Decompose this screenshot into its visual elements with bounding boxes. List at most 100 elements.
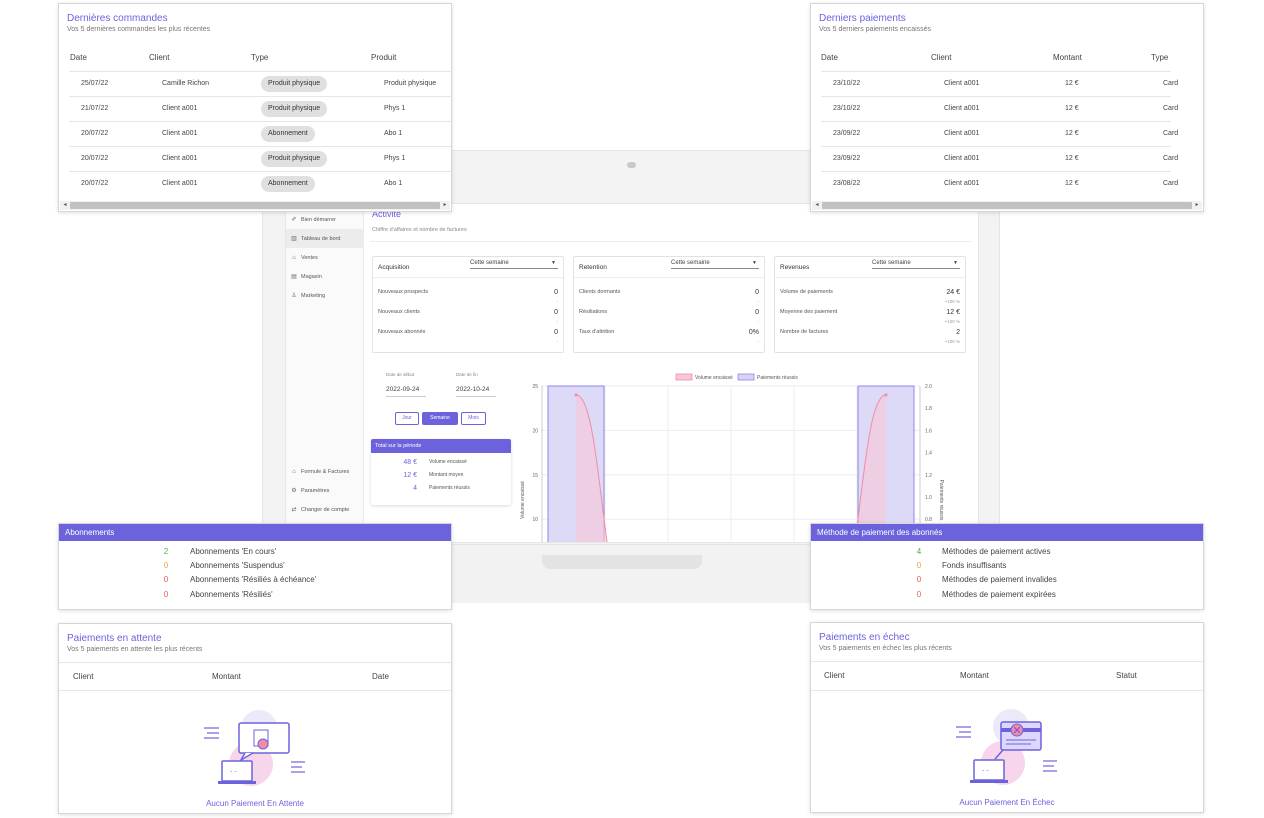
sidebar-item-label: Marketing (301, 292, 326, 299)
column-header: Montant (212, 672, 241, 681)
end-date-input[interactable]: 2022-10-24 (456, 386, 496, 397)
order-date: 20/07/22 (81, 155, 109, 162)
table-row[interactable]: 23/10/22 Client a001 12 € Card (821, 97, 1178, 122)
stat-label: Abonnements 'Résiliés' (190, 590, 273, 599)
sidebar-item-formule-factures[interactable]: ⌂ Formule & Factures (286, 462, 364, 481)
kpi-label: Volume de paiements (780, 289, 833, 295)
sidebar-item-tableau-de-bord[interactable]: ▥ Tableau de bord (286, 229, 363, 248)
total-value: 48 € (403, 459, 417, 466)
order-product: Phys 1 (384, 155, 406, 162)
pending-payments-card: Paiements en attente Vos 5 paiements en … (58, 623, 452, 814)
scroll-right-icon[interactable]: ▸ (1192, 201, 1202, 210)
scroll-right-icon[interactable]: ▸ (440, 201, 450, 210)
table-row[interactable]: 20/07/22 Client a001 Produit physique Ph… (69, 147, 451, 172)
table-row[interactable]: 23/09/22 Client a001 12 € Card (821, 147, 1178, 172)
y2-tick-label: 1.0 (925, 495, 932, 501)
period-week-button[interactable]: Semaine (422, 412, 458, 425)
kpi-change: - (757, 339, 760, 344)
period-select[interactable]: Cette semaine ▼ (671, 260, 759, 269)
caret-down-icon: ▼ (953, 260, 958, 266)
stat-row: 0 Abonnements 'Suspendus' (59, 561, 451, 575)
start-date-label: Date de début (386, 372, 415, 377)
person-icon: ♙ (291, 293, 297, 299)
y-tick-label: 25 (532, 384, 538, 390)
divider (775, 277, 965, 278)
table-row[interactable]: 23/09/22 Client a001 12 € Card (821, 122, 1178, 147)
payment-client: Client a001 (944, 80, 980, 87)
scrollbar-thumb[interactable] (822, 202, 1192, 209)
payment-date: 23/08/22 (833, 180, 861, 187)
period-select-value: Cette semaine (671, 260, 710, 266)
order-date: 25/07/22 (81, 80, 109, 87)
total-row: 48 € Volume encaissé (371, 459, 511, 471)
kpi-change: - (757, 319, 760, 324)
svg-text:ᵕ ᵕ: ᵕ ᵕ (230, 769, 237, 776)
sidebar-item-label: Formule & Factures (301, 468, 350, 475)
payment-amount: 12 € (1065, 105, 1079, 112)
period-month-button[interactable]: Mois (461, 412, 486, 425)
period-select[interactable]: Cette semaine ▼ (872, 260, 960, 269)
end-date-label: Date de fin (456, 372, 478, 377)
total-label: Montant moyen (429, 472, 464, 478)
kpi-label: Moyenne des paiement (780, 309, 838, 315)
sidebar-item-changer-de-compte[interactable]: ⇄ Changer de compte (286, 500, 364, 519)
point-volume-encaisse (884, 393, 888, 397)
sidebar-item-label: Changer de compte (301, 506, 350, 513)
table-row[interactable]: 23/08/22 Client a001 12 € Card (821, 172, 1178, 197)
order-client: Client a001 (162, 155, 198, 162)
total-value: 4 (413, 485, 417, 492)
stat-row: 2 Abonnements 'En cours' (59, 547, 451, 561)
scrollbar-thumb[interactable] (70, 202, 440, 209)
sidebar-item-ventes[interactable]: ⌂ Ventes (286, 248, 363, 267)
bar-chart-icon: ▥ (291, 236, 297, 242)
kpi-title: Acquisition (378, 264, 410, 271)
empty-state-label: Aucun Paiement En Échec (959, 798, 1055, 807)
empty-state-label: Aucun Paiement En Attente (206, 799, 304, 808)
sidebar-item-marketing[interactable]: ♙ Marketing (286, 286, 363, 305)
stat-count: 4 (916, 547, 922, 556)
divider (59, 662, 451, 663)
stat-row: 0 Méthodes de paiement invalides (811, 575, 1203, 589)
payment-amount: 12 € (1065, 130, 1079, 137)
divider (373, 277, 563, 278)
payment-type: Card (1163, 180, 1179, 187)
sidebar-item-magasin[interactable]: ▤ Magasin (286, 267, 363, 286)
card-title: Méthode de paiement des abonnés (811, 524, 1203, 541)
total-row: 4 Paiements réussis (371, 485, 511, 497)
divider (811, 690, 1203, 691)
recent-payments-card: Derniers paiements Vos 5 derniers paieme… (810, 3, 1204, 212)
page-subtitle: Chiffre d'affaires et nombre de factures (372, 227, 467, 233)
kpi-value: 12 € (946, 309, 960, 316)
kpi-value: 2 (956, 329, 960, 336)
table-header-row (821, 49, 1171, 72)
switch-icon: ⇄ (291, 507, 297, 513)
table-header-row (69, 49, 451, 72)
divider (811, 661, 1203, 662)
sidebar-item-bien-demarrer[interactable]: ✐ Bien démarrer (286, 210, 363, 229)
kpi-label: Résiliations (579, 309, 608, 315)
start-date-input[interactable]: 2022-09-24 (386, 386, 426, 397)
table-row[interactable]: 23/10/22 Client a001 12 € Card (821, 72, 1178, 97)
scroll-left-icon[interactable]: ◂ (60, 201, 70, 210)
horizontal-scrollbar[interactable]: ◂ ▸ (60, 201, 450, 210)
table-row[interactable]: 20/07/22 Client a001 Abonnement Abo 1 (69, 172, 451, 197)
y2-tick-label: 2.0 (925, 384, 932, 390)
table-row[interactable]: 21/07/22 Client a001 Produit physique Ph… (69, 97, 451, 122)
card-title: Dernières commandes (67, 13, 168, 24)
sidebar-item-parametres[interactable]: ⚙ Paramètres (286, 481, 364, 500)
order-client: Client a001 (162, 180, 198, 187)
kpi-change: - (556, 339, 559, 344)
payment-amount: 12 € (1065, 80, 1079, 87)
card-subtitle: Vos 5 paiements en attente les plus réce… (67, 646, 203, 653)
table-row[interactable]: 25/07/22 Camille Richon Produit physique… (69, 72, 451, 97)
total-label: Volume encaissé (429, 459, 467, 465)
period-day-button[interactable]: Jour (395, 412, 419, 425)
horizontal-scrollbar[interactable]: ◂ ▸ (812, 201, 1202, 210)
dashboard-main: Activité Chiffre d'affaires et nombre de… (370, 204, 978, 542)
table-row[interactable]: 20/07/22 Client a001 Abonnement Abo 1 (69, 122, 451, 147)
column-header: Client (824, 671, 845, 680)
stat-count: 0 (163, 590, 169, 599)
scroll-left-icon[interactable]: ◂ (812, 201, 822, 210)
period-select[interactable]: Cette semaine ▼ (470, 260, 558, 269)
kpi-row: Nouveaux clients 0 - (378, 309, 558, 325)
